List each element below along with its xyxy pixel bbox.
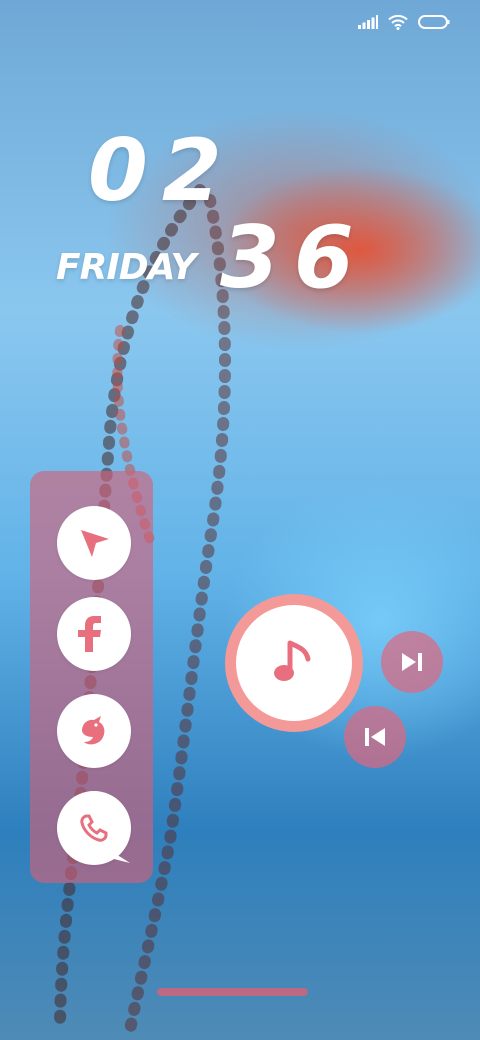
facebook-app-button[interactable] — [57, 597, 131, 671]
weekday-label: FRIDAY — [56, 247, 196, 288]
app-dock-panel — [30, 471, 153, 883]
music-button-face — [236, 605, 352, 721]
home-indicator-bar[interactable] — [157, 988, 308, 996]
signal-icon — [358, 15, 378, 29]
skip-next-button[interactable] — [381, 631, 443, 693]
status-bar — [358, 14, 450, 30]
chat-tail-icon — [108, 849, 130, 863]
skip-next-icon — [402, 653, 422, 671]
clock-hour: 02 — [88, 121, 236, 221]
battery-icon — [418, 15, 450, 29]
navigation-arrow-icon — [81, 530, 109, 557]
facebook-icon — [78, 616, 101, 652]
bird-icon — [82, 716, 105, 745]
wifi-icon — [388, 14, 408, 30]
navigation-app-button[interactable] — [57, 506, 131, 580]
skip-previous-icon — [365, 728, 385, 746]
bird-app-button[interactable] — [57, 694, 131, 768]
clock-minute: 36 — [220, 208, 368, 308]
phone-chat-icon — [80, 814, 108, 842]
skip-previous-button[interactable] — [344, 706, 406, 768]
music-note-icon — [274, 640, 311, 681]
music-player-button[interactable] — [225, 594, 363, 732]
